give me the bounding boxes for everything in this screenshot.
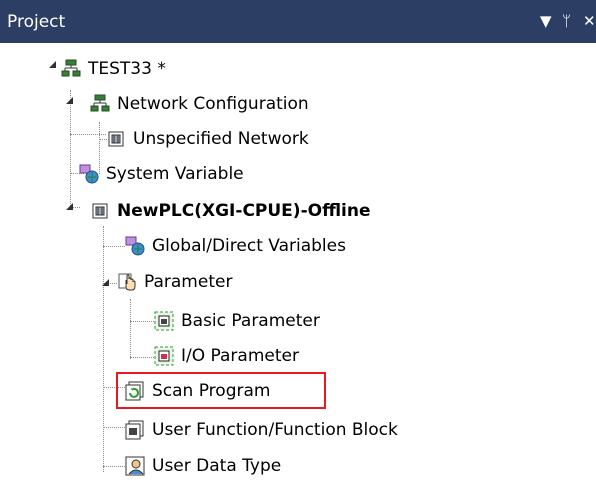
panel-title: Project xyxy=(7,12,66,32)
tree-item-basic-parameter[interactable]: Basic Parameter xyxy=(154,305,320,337)
tree-line xyxy=(70,90,71,208)
io-parameter-icon xyxy=(154,346,174,366)
tree-line xyxy=(103,427,125,428)
expand-toggle-plc[interactable] xyxy=(66,203,73,210)
tree-item-project[interactable]: TEST33 * xyxy=(61,53,166,85)
global-variables-icon xyxy=(125,236,145,256)
dropdown-icon[interactable]: ▼ xyxy=(540,12,552,30)
project-tree: TEST33 * Network Configuration Unspecifi… xyxy=(0,43,596,501)
tree-item-label: User Data Type xyxy=(152,456,282,476)
parameter-hand-icon xyxy=(117,272,137,292)
tree-item-global-variables[interactable]: Global/Direct Variables xyxy=(125,230,346,262)
network-config-icon xyxy=(90,94,110,114)
panel-titlebar: Project ▼ ᛘ ✕ xyxy=(0,0,596,43)
user-function-icon xyxy=(125,420,145,440)
tree-item-label: TEST33 * xyxy=(88,59,166,79)
tree-item-label: NewPLC(XGI-CPUE)-Offline xyxy=(117,201,371,221)
expand-toggle-parameter[interactable] xyxy=(102,279,109,286)
tree-item-label: Unspecified Network xyxy=(133,129,309,149)
tree-item-label: User Function/Function Block xyxy=(152,420,398,440)
tree-item-label: Network Configuration xyxy=(117,94,309,114)
tree-item-plc[interactable]: NewPLC(XGI-CPUE)-Offline xyxy=(90,195,371,227)
tree-item-label: System Variable xyxy=(106,164,244,184)
basic-parameter-icon xyxy=(154,311,174,331)
tree-item-system-variable[interactable]: System Variable xyxy=(79,158,244,190)
tree-item-user-data-type[interactable]: User Data Type xyxy=(125,450,281,482)
expand-toggle-project[interactable] xyxy=(49,61,56,68)
expand-toggle-network-config[interactable] xyxy=(66,97,73,104)
tree-item-label: Parameter xyxy=(144,272,233,292)
close-icon[interactable]: ✕ xyxy=(583,12,596,30)
tree-item-label: Global/Direct Variables xyxy=(152,236,346,256)
tree-item-io-parameter[interactable]: I/O Parameter xyxy=(154,340,299,372)
network-node-icon xyxy=(106,129,126,149)
tree-line xyxy=(130,357,154,358)
network-project-icon xyxy=(61,59,81,79)
system-variable-icon xyxy=(79,164,99,184)
user-data-type-icon xyxy=(125,456,145,476)
selection-highlight xyxy=(116,372,326,409)
project-panel: Project ▼ ᛘ ✕ TEST33 * Network Configura… xyxy=(0,0,596,501)
tree-item-unspecified-network[interactable]: Unspecified Network xyxy=(106,123,309,155)
tree-item-user-function[interactable]: User Function/Function Block xyxy=(125,414,398,446)
tree-item-label: Basic Parameter xyxy=(181,311,320,331)
tree-line xyxy=(130,299,131,359)
tree-line xyxy=(103,466,125,467)
tree-item-network-config[interactable]: Network Configuration xyxy=(90,88,309,120)
plc-icon xyxy=(90,201,110,221)
tree-item-label: I/O Parameter xyxy=(181,346,299,366)
tree-line xyxy=(103,246,125,247)
tree-line xyxy=(70,134,106,135)
tree-item-parameter[interactable]: Parameter xyxy=(117,266,232,298)
tree-line xyxy=(130,321,154,322)
tree-line xyxy=(103,226,104,472)
pin-icon[interactable]: ᛘ xyxy=(562,12,571,30)
